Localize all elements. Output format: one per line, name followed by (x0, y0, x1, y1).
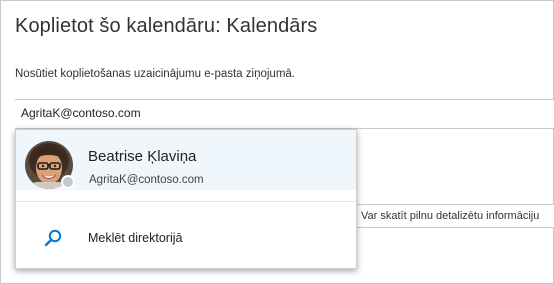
permission-level-select[interactable]: Var skatīt pilnu detalizētu informāciju (354, 204, 554, 228)
person-email: AgritaK@contoso.com (89, 174, 204, 186)
share-calendar-dialog: Koplietot šo kalendāru: Kalendārs Nosūti… (0, 0, 554, 284)
people-suggestion-dropdown: Beatrise Ķlaviņa AgritaK@contoso.com Mek… (15, 129, 357, 269)
suggestion-person-item[interactable]: Beatrise Ķlaviņa AgritaK@contoso.com (16, 130, 356, 190)
dropdown-divider (16, 201, 356, 202)
presence-status-icon (61, 175, 75, 189)
recipient-field[interactable] (15, 99, 554, 129)
search-directory-button[interactable]: Meklēt direktorijā (16, 218, 356, 254)
dialog-title: Koplietot šo kalendāru: Kalendārs (15, 15, 318, 37)
search-icon (43, 228, 63, 248)
share-instruction-text: Nosūtiet koplietošanas uzaicinājumu e-pa… (15, 68, 295, 80)
person-name: Beatrise Ķlaviņa (88, 148, 197, 165)
recipient-email-input[interactable] (21, 106, 421, 120)
search-directory-label: Meklēt direktorijā (88, 231, 183, 245)
